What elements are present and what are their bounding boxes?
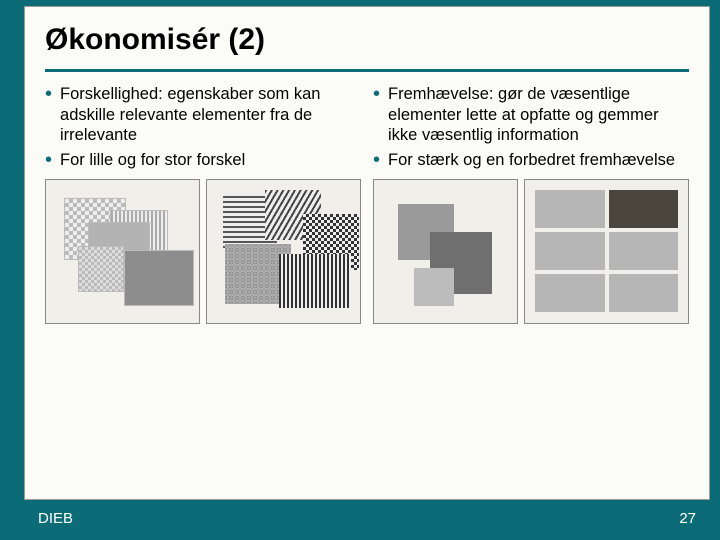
footer-label: DIEB: [38, 510, 73, 527]
bullet-icon: •: [45, 150, 52, 170]
bullet-text: Forskellighed: egenskaber som kan adskil…: [60, 84, 361, 146]
title-underline: [45, 69, 689, 72]
bullet-item: • Fremhævelse: gør de væsentlige element…: [373, 84, 689, 146]
bullet-item: • Forskellighed: egenskaber som kan adsk…: [45, 84, 361, 146]
page-number: 27: [679, 510, 696, 527]
slide-footer: DIEB 27: [24, 502, 710, 534]
figure-low-difference: [45, 179, 200, 324]
bullet-text: For lille og for stor forskel: [60, 150, 245, 171]
side-accent-bar: [0, 0, 24, 540]
bullet-icon: •: [45, 84, 52, 104]
bullet-icon: •: [373, 150, 380, 170]
bullet-icon: •: [373, 84, 380, 104]
slide: Økonomisér (2) • Forskellighed: egenskab…: [0, 0, 720, 540]
bullet-item: • For lille og for stor forskel: [45, 150, 361, 171]
bullet-text: For stærk og en forbedret fremhævelse: [388, 150, 675, 171]
slide-body: Økonomisér (2) • Forskellighed: egenskab…: [24, 6, 710, 500]
left-figures: [45, 179, 361, 324]
columns: • Forskellighed: egenskaber som kan adsk…: [25, 78, 709, 324]
bullet-item: • For stærk og en forbedret fremhævelse: [373, 150, 689, 171]
figure-high-difference: [206, 179, 361, 324]
right-column: • Fremhævelse: gør de væsentlige element…: [367, 84, 695, 324]
figure-strong-emphasis: [373, 179, 518, 324]
figure-improved-emphasis: [524, 179, 689, 324]
right-figures: [373, 179, 689, 324]
bullet-text: Fremhævelse: gør de væsentlige elementer…: [388, 84, 689, 146]
slide-title: Økonomisér (2): [25, 7, 709, 69]
left-column: • Forskellighed: egenskaber som kan adsk…: [39, 84, 367, 324]
